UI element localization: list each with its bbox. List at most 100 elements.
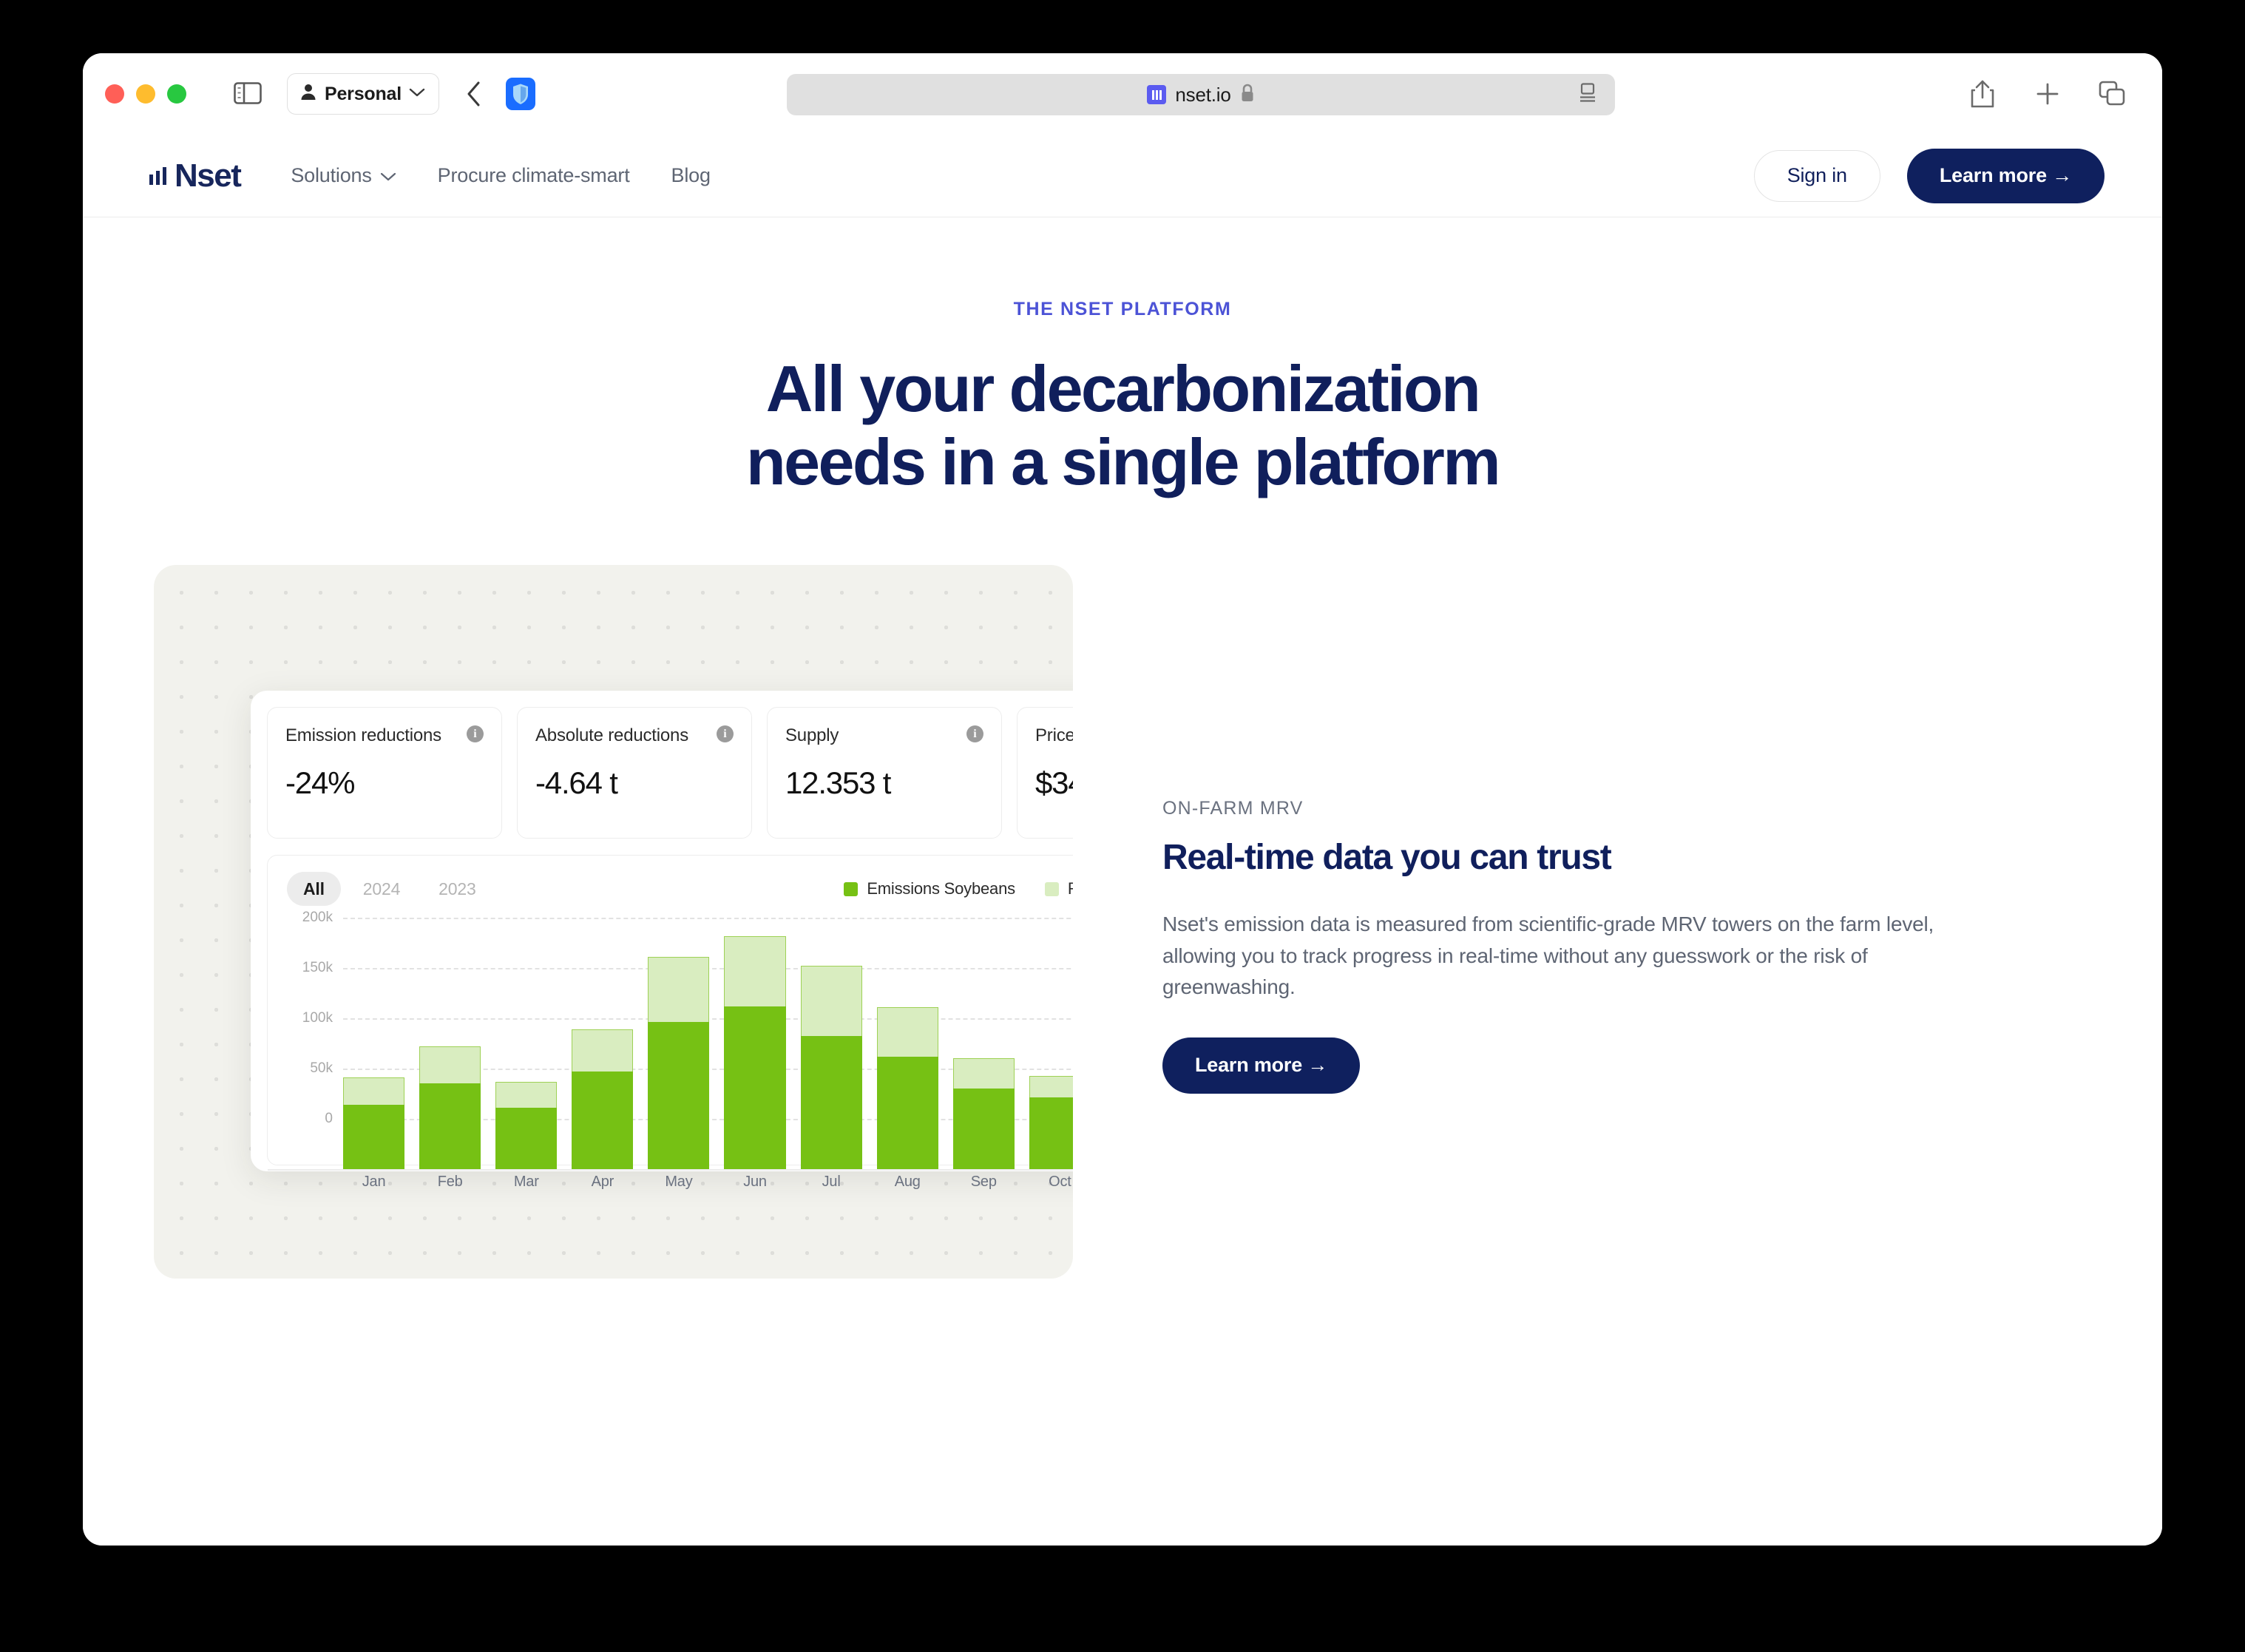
back-button[interactable] xyxy=(461,81,487,107)
legend-label: Emissions Soybeans xyxy=(867,879,1015,898)
info-icon[interactable]: i xyxy=(966,725,983,743)
bar-segment-reductions xyxy=(952,1058,1015,1089)
address-bar[interactable]: nset.io xyxy=(787,74,1615,115)
stat-card-emission-reductions: Emission reductions i -24% xyxy=(267,707,502,839)
nav-link-solutions[interactable]: Solutions xyxy=(291,164,396,187)
bar-segment-reductions xyxy=(419,1046,481,1084)
url-text: nset.io xyxy=(1175,83,1231,106)
chart-year-filters: All 2024 2023 xyxy=(287,872,492,907)
bar-column[interactable] xyxy=(419,918,481,1170)
emissions-chart-panel: All 2024 2023 Emissions Soybeans 0 50k 1… xyxy=(267,855,1073,1190)
y-axis-tick: 50k xyxy=(310,1060,333,1077)
chart-y-axis: 0 50k 100k 150k 200k xyxy=(287,910,340,1126)
minimize-window-button[interactable] xyxy=(136,84,155,104)
bar-segment-emissions-soybeans xyxy=(572,1072,634,1170)
nav-link-procure-climate-smart[interactable]: Procure climate-smart xyxy=(438,164,630,187)
nav-link-label: Procure climate-smart xyxy=(437,164,630,186)
site-navigation-bar: Nset Solutions Procure climate-smart Blo… xyxy=(83,135,2162,217)
lock-icon xyxy=(1240,84,1255,106)
shield-extension-icon[interactable] xyxy=(506,78,536,110)
filter-all[interactable]: All xyxy=(287,872,341,907)
chart-toolbar: All 2024 2023 Emissions Soybeans xyxy=(287,872,1073,907)
learn-more-nav-button[interactable]: Learn more → xyxy=(1906,148,2105,203)
legend-item-reductions: Reductions xyxy=(1044,879,1073,898)
learn-more-feature-button[interactable]: Learn more → xyxy=(1162,1037,1361,1094)
bar-segment-emissions-soybeans xyxy=(952,1089,1015,1170)
reader-view-icon[interactable] xyxy=(1578,83,1597,107)
bar-column[interactable] xyxy=(952,918,1015,1170)
hero-eyebrow: THE NSET PLATFORM xyxy=(1013,299,1232,319)
tab-overview-icon[interactable] xyxy=(2097,78,2128,109)
bar-segment-reductions xyxy=(800,966,862,1037)
chart-x-axis: JanFebMarAprMayJunJulAugSepOctNov xyxy=(343,1174,1073,1191)
feature-title: Real-time data you can trust xyxy=(1162,838,1612,878)
dashboard-card: Emission reductions i -24% Absolute redu… xyxy=(251,691,1073,1190)
bar-segment-emissions-soybeans xyxy=(800,1036,862,1170)
y-axis-tick: 200k xyxy=(302,910,333,926)
stat-value: 12.353 t xyxy=(785,765,891,801)
window-traffic-lights xyxy=(105,84,186,104)
nav-link-label: Blog xyxy=(671,164,711,186)
x-axis-tick: Oct xyxy=(1049,1174,1071,1191)
nav-link-blog[interactable]: Blog xyxy=(671,164,711,187)
bar-column[interactable] xyxy=(876,918,938,1170)
x-axis-tick: May xyxy=(665,1174,693,1191)
x-axis-tick: Jun xyxy=(743,1174,767,1191)
page-content: THE NSET PLATFORM All your decarbonizati… xyxy=(83,299,2162,1546)
profile-label: Personal xyxy=(325,83,402,104)
nav-link-label: Solutions xyxy=(291,164,372,186)
person-icon xyxy=(299,83,317,105)
legend-swatch-icon xyxy=(844,881,859,896)
y-axis-tick: 0 xyxy=(325,1111,333,1127)
share-icon[interactable] xyxy=(1967,78,1998,109)
stat-card-price: Price $342 USD xyxy=(1017,707,1073,839)
bar-segment-emissions-soybeans xyxy=(1029,1097,1073,1170)
stat-cards-row: Emission reductions i -24% Absolute redu… xyxy=(267,707,1073,839)
hero-title-line-2: needs in a single platform xyxy=(746,424,1501,498)
bar-column[interactable] xyxy=(800,918,862,1170)
bar-segment-emissions-soybeans xyxy=(495,1108,558,1170)
nset-logo[interactable]: Nset xyxy=(149,158,242,194)
bar-segment-reductions xyxy=(1029,1076,1073,1098)
bar-segment-emissions-soybeans xyxy=(724,1006,786,1170)
x-axis-tick: Jul xyxy=(822,1174,841,1191)
x-axis-tick: Feb xyxy=(437,1174,463,1191)
maximize-window-button[interactable] xyxy=(167,84,186,104)
filter-2023[interactable]: 2023 xyxy=(422,872,492,906)
sidebar-toggle-icon[interactable] xyxy=(234,82,263,106)
plus-icon[interactable] xyxy=(2032,78,2063,109)
bar-segment-reductions xyxy=(572,1029,634,1072)
chart-baseline xyxy=(268,1169,1073,1171)
bar-column[interactable] xyxy=(495,918,558,1170)
legend-item-emissions-soybeans: Emissions Soybeans xyxy=(844,879,1015,898)
bar-segment-reductions xyxy=(876,1007,938,1057)
legend-swatch-icon xyxy=(1044,881,1059,896)
bar-chart: 0 50k 100k 150k 200k Jan Feb Mar Apr May Jun Jul Au… xyxy=(268,910,1073,1190)
feature-eyebrow: ON-FARM MRV xyxy=(1162,798,1304,819)
bar-column[interactable] xyxy=(724,918,786,1170)
bar-segment-reductions xyxy=(724,936,786,1007)
page-title: All your decarbonization needs in a sing… xyxy=(83,352,2162,498)
info-icon[interactable]: i xyxy=(467,725,484,743)
bar-column[interactable] xyxy=(1029,918,1073,1170)
profile-selector[interactable]: Personal xyxy=(287,73,440,115)
bar-segment-reductions xyxy=(495,1082,558,1108)
filter-2024[interactable]: 2024 xyxy=(347,872,416,906)
x-axis-tick: Sep xyxy=(970,1174,997,1191)
bar-column[interactable] xyxy=(343,918,405,1170)
stat-label: Emission reductions xyxy=(285,725,441,746)
bar-segment-emissions-soybeans xyxy=(648,1022,710,1170)
browser-toolbar: Personal nset.io xyxy=(83,53,2162,135)
stat-value: $342 USD xyxy=(1035,765,1073,801)
bar-segment-reductions xyxy=(343,1077,405,1106)
bar-column[interactable] xyxy=(572,918,634,1170)
chart-legend: Emissions Soybeans Reductions xyxy=(844,879,1073,898)
close-window-button[interactable] xyxy=(105,84,124,104)
bar-segment-reductions xyxy=(648,957,710,1023)
stat-value: -4.64 t xyxy=(535,765,618,801)
bar-column[interactable] xyxy=(648,918,710,1170)
info-icon[interactable]: i xyxy=(717,725,734,743)
chevron-down-icon xyxy=(409,87,425,101)
sign-in-button[interactable]: Sign in xyxy=(1753,149,1880,202)
dashboard-mockup-frame: Emission reductions i -24% Absolute redu… xyxy=(154,565,1073,1279)
